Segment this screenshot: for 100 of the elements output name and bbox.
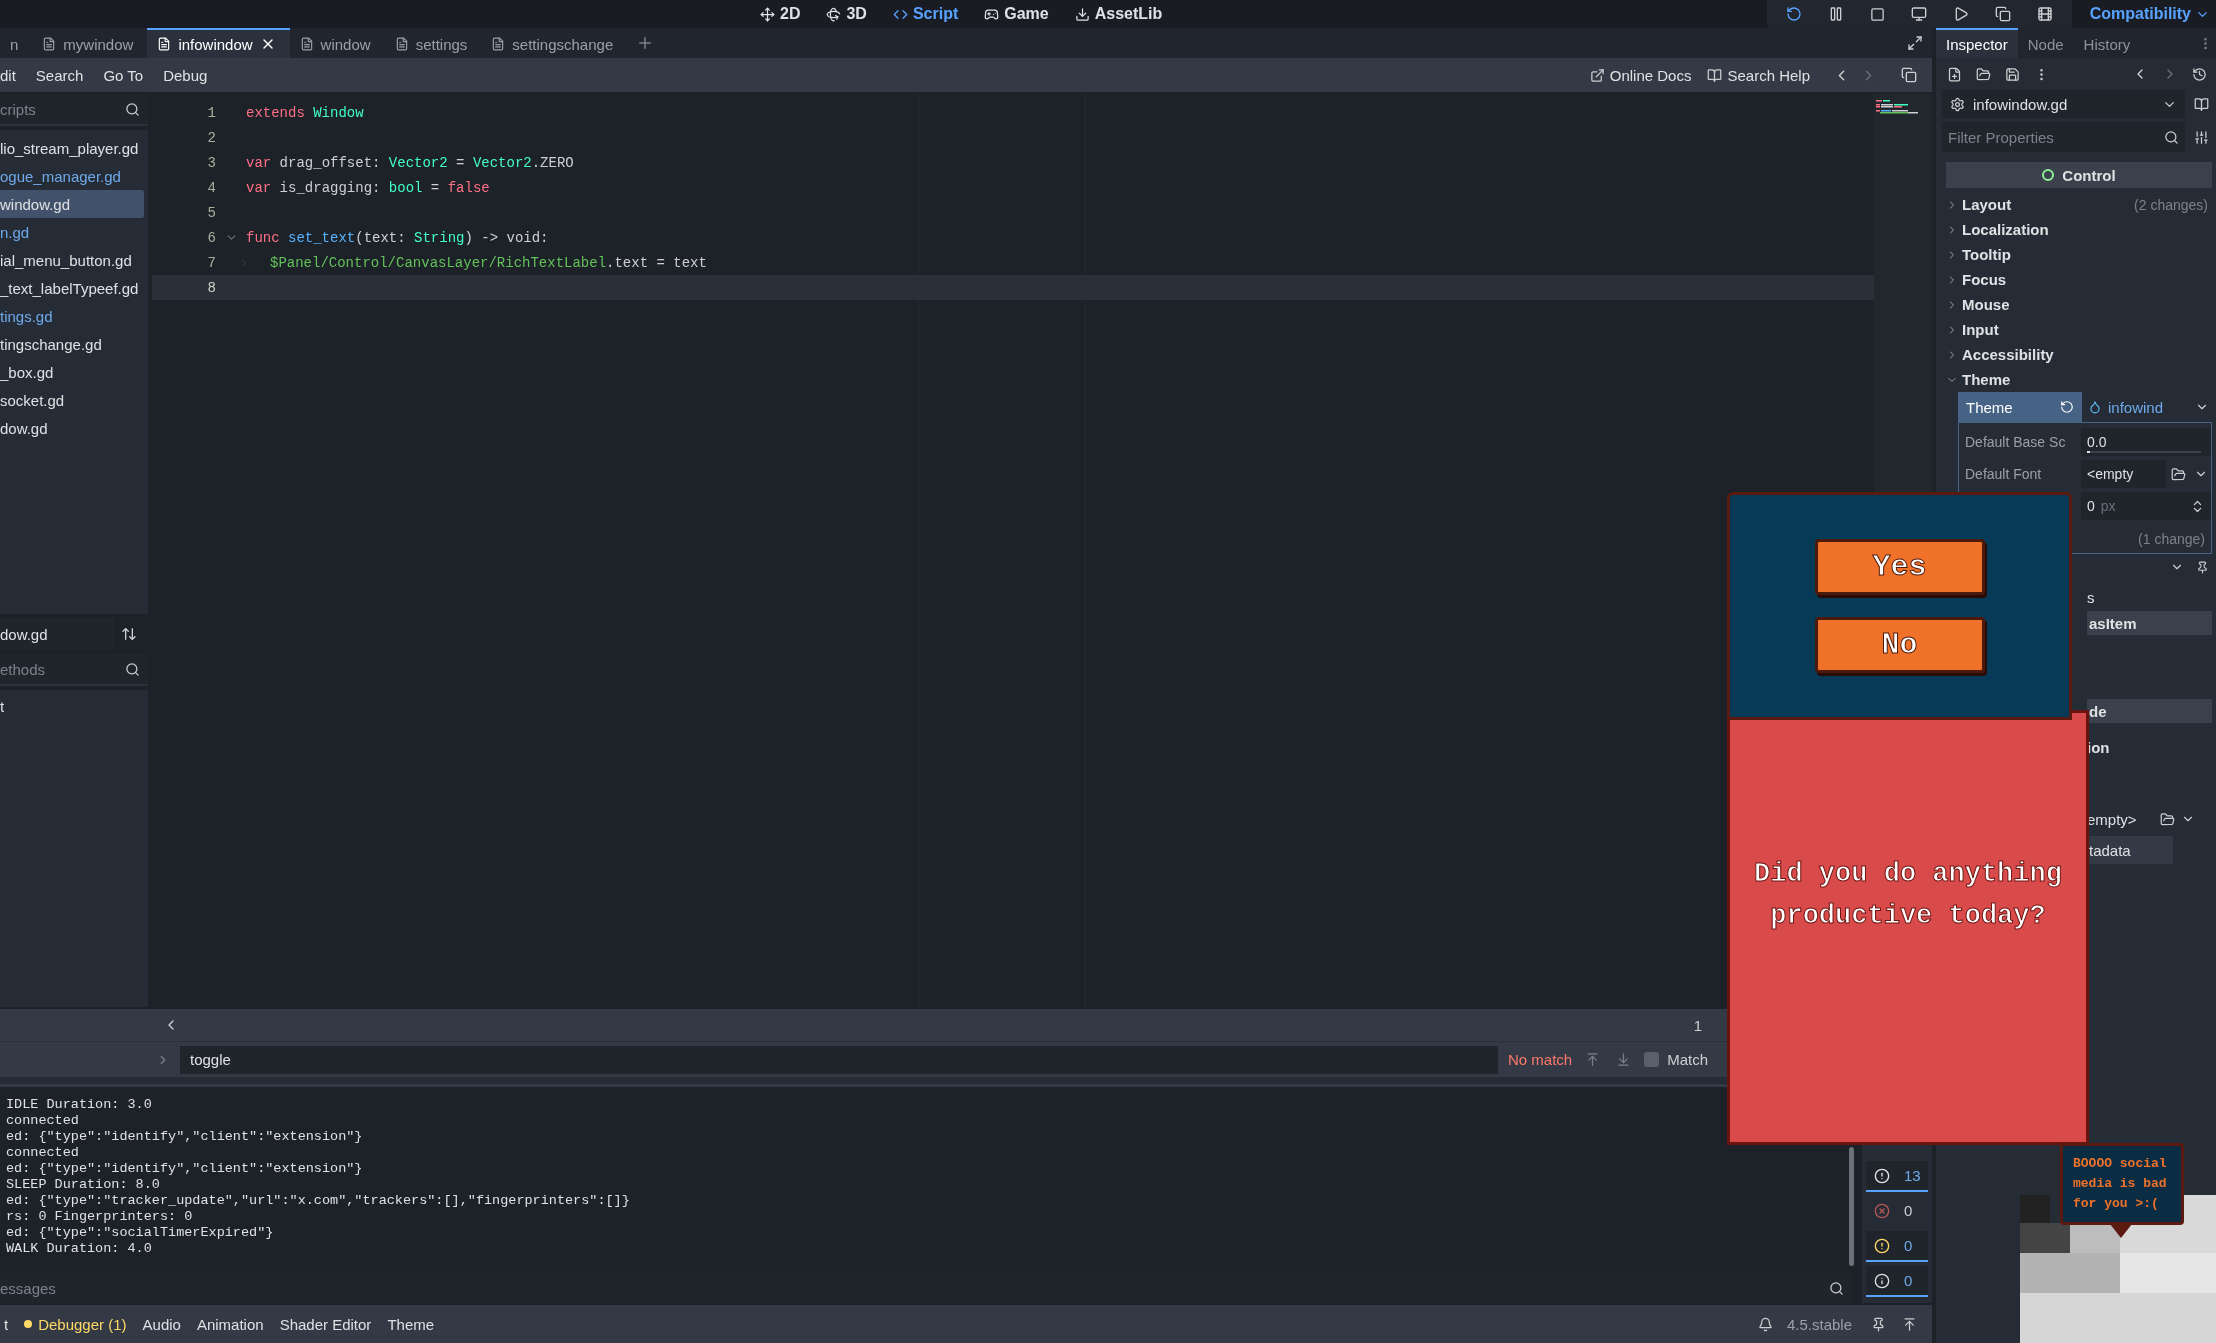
script-list-item[interactable]: tingschange.gd [0,330,144,358]
menu-item[interactable]: Go To [95,62,152,88]
section-header[interactable]: asItem [2087,611,2212,635]
match-status: No match [1508,1051,1573,1068]
file-tab[interactable]: settingschange [481,28,628,58]
property-section[interactable]: Localization [1946,217,2212,242]
message-filter-toggle[interactable]: 0 [1866,1196,1928,1227]
change-note: (1 change) [2138,530,2206,547]
theme-property[interactable]: Theme [1958,392,2082,422]
help-link[interactable]: Online Docs [1583,62,1698,88]
speech-bubble: BOOOO social media is bad for you >:( [2060,1143,2184,1225]
circle-icon [2042,169,2055,181]
script-list-item[interactable]: lio_stream_player.gd [0,134,144,162]
script-file-icon [42,37,57,51]
menu-item[interactable]: dit [0,62,24,88]
line-number: 4 [206,179,216,196]
code-line: var is_dragging: bool = false [246,179,490,196]
code-line: var drag_offset: Vector2 = Vector2.ZERO [246,154,574,171]
script-list-item[interactable]: n.gd [0,218,144,246]
code-line: extends Window [246,104,364,121]
warning-icon [1874,1237,1890,1254]
menu-item[interactable]: Search [27,62,92,88]
code-line: $Panel/Control/CanvasLayer/RichTextLabel.text = text [270,254,707,271]
bubble-tail-icon [2110,1224,2132,1238]
workspace-tab[interactable]: 3D [822,5,871,23]
workspace-tab[interactable]: AssetLib [1070,5,1167,23]
script-file-icon [299,37,314,51]
file-tab[interactable]: n [0,28,33,58]
resource-field[interactable]: <empty [2081,460,2166,488]
line-number: 6 [206,229,216,246]
workspace-icon [984,6,1000,22]
script-file-icon [491,37,506,51]
bottom-panel-tab[interactable]: t [0,1311,17,1337]
bottom-panel-tab[interactable]: Animation [192,1311,272,1337]
resource-picker[interactable]: infowindow.gd [1942,90,2185,118]
workspace-icon [760,6,775,22]
help-link[interactable]: Search Help [1701,62,1816,88]
resource-field[interactable]: empty> [2087,810,2137,828]
slider-field[interactable]: 0.0 [2081,428,2211,456]
workspace-tab[interactable]: 2D [756,5,805,23]
file-tab[interactable]: mywindow [32,28,148,58]
bottom-panel-tab[interactable]: Shader Editor [275,1311,380,1337]
message-filter-toggle[interactable]: 0 [1866,1266,1928,1297]
property-section[interactable]: Input [1946,317,2212,342]
dock-tab[interactable]: Inspector [1936,28,2018,58]
script-list-item[interactable]: window.gd [0,190,144,218]
script-file-icon [157,37,172,51]
file-tab[interactable]: window [289,28,385,58]
metadata-button[interactable]: tadata [2087,836,2173,864]
spin-field[interactable]: 0 px [2081,492,2211,520]
line-number: 7 [206,254,216,271]
property-section[interactable]: Focus [1946,267,2212,292]
external-link-icon [1589,67,1605,83]
script-file-icon [394,37,409,51]
script-list-item[interactable]: _text_labelTypeef.gd [0,274,144,302]
unit-label: px [2100,498,2116,514]
output-log: IDLE Duration: 3.0 connected ed: {"type":"identify","client":"extension"} connected ed: {"type":"identify","client":"extension"} SLEEP Duration: 8.0 ed: {"type":"tracker_update","url":"x.com","trackers":[],"fingerprinters":[]} rs: 0 Fingerprinters: 0 ed: {"type":"socialTimerExpired"} WALK Duration: 4.0 [5,1097,631,1258]
property-section[interactable]: Accessibility [1946,342,2212,367]
revert-icon [2060,400,2074,414]
match-case-checkbox[interactable]: Match [1644,1051,1709,1068]
file-tab[interactable]: settings [384,28,482,58]
dock-tab[interactable]: Node [2017,28,2074,58]
field-value: 0 [2087,498,2095,514]
bottom-panel-tab[interactable]: Audio [138,1311,189,1337]
renderer-dropdown[interactable]: Compatibility [2089,5,2216,23]
method-item[interactable]: t [0,698,148,722]
filter-properties-field[interactable]: Filter Properties [1942,122,2185,152]
property-section[interactable]: Layout (2 changes) [1946,192,2212,217]
workspace-tab[interactable]: Game [980,5,1053,23]
version-label: 4.5.stable [1786,1315,1852,1333]
bottom-panel-tab[interactable]: Theme [383,1311,443,1337]
script-list-item[interactable]: tings.gd [0,302,144,330]
property-section[interactable]: Mouse [1946,292,2212,317]
question-text: Did you do anything productive today? [1753,858,2063,933]
search-icon [2164,129,2179,145]
message-filter-toggle[interactable]: 13 [1866,1161,1928,1192]
property-section[interactable]: Theme [1946,367,2212,392]
bottom-panel-tab[interactable]: Debugger (1) [20,1311,135,1337]
search-icon [125,661,140,677]
search-icon [1829,1280,1844,1296]
workspace-icon [826,6,842,22]
property-section[interactable]: Tooltip [1946,242,2212,267]
script-list-item[interactable]: ial_menu_button.gd [0,246,144,274]
script-list-item[interactable]: socket.gd [0,386,144,414]
info-icon [1874,1272,1890,1289]
line-number: 3 [206,154,216,171]
dock-tab[interactable]: History [2073,28,2141,58]
message-filter-toggle[interactable]: 0 [1866,1231,1928,1262]
property-label: Default Font [1965,466,2043,482]
script-list-item[interactable]: _box.gd [0,358,144,386]
line-number: 1 [206,104,216,121]
script-list-item[interactable]: ogue_manager.gd [0,162,144,190]
section-header[interactable]: de [2087,699,2212,723]
file-tab[interactable]: infowindow [147,28,290,58]
find-field[interactable]: toggle [180,1045,1498,1074]
script-list-item[interactable]: dow.gd [0,414,144,442]
class-header: Control [1946,162,2212,188]
bell-icon[interactable] [1757,1316,1773,1332]
workspace-tab[interactable]: Script [888,5,963,23]
menu-item[interactable]: Debug [155,62,216,88]
